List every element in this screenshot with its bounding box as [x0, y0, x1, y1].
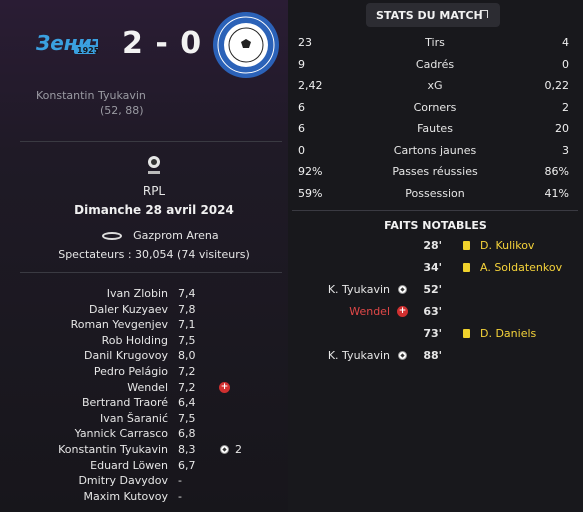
- lineup-player-rating: -: [178, 489, 182, 503]
- stadium-name: Gazprom Arena: [133, 229, 219, 242]
- injury-icon: +: [219, 381, 230, 393]
- event-minute: 34': [423, 261, 442, 274]
- lineup-player-name[interactable]: Ivan Zlobin: [107, 287, 168, 300]
- event-minute: 63': [423, 305, 442, 318]
- home-team-logo[interactable]: Зенит 1925: [34, 28, 105, 60]
- match-stats-panel: [288, 0, 583, 512]
- match-date: Dimanche 28 avril 2024: [74, 203, 234, 217]
- stadium-icon: [102, 231, 122, 240]
- competition-logo-icon[interactable]: [146, 154, 162, 176]
- stat-home-value: 9: [298, 57, 305, 71]
- stat-away-value: 3: [562, 143, 569, 157]
- goal-count: 2: [235, 443, 242, 456]
- lineup-player-rating: 7,5: [178, 333, 196, 347]
- goal-icon: [398, 285, 407, 294]
- stat-label: Passes réussies: [392, 165, 478, 178]
- event-minute: 28': [423, 239, 442, 252]
- stat-home-value: 23: [298, 36, 312, 49]
- stats-header-button[interactable]: STATS DU MATCH: [366, 3, 500, 27]
- yellow-card-icon: [463, 263, 470, 272]
- stats-header-label: STATS DU MATCH: [376, 9, 483, 22]
- lineup-player-rating: 7,1: [178, 318, 196, 332]
- yellow-card-icon: [463, 241, 470, 250]
- goal-icon: [398, 351, 407, 360]
- stat-home-value: 0: [298, 143, 305, 157]
- lineup-player-name[interactable]: Ivan Šaranić: [100, 412, 168, 425]
- event-minute: 73': [423, 327, 442, 340]
- divider: [20, 141, 282, 142]
- stat-label: Possession: [405, 186, 465, 200]
- svg-text:1925: 1925: [77, 46, 98, 55]
- lineup-player-rating: 8,3: [178, 443, 196, 456]
- stat-label: Corners: [413, 100, 457, 114]
- stat-label: Fautes: [417, 122, 453, 135]
- yellow-card-icon: [463, 329, 470, 338]
- stat-away-value: 86%: [544, 165, 569, 178]
- expand-icon: [480, 10, 488, 18]
- competition-name[interactable]: RPL: [20, 184, 288, 198]
- stat-label: Cartons jaunes: [393, 143, 477, 157]
- event-minute: 52': [423, 283, 442, 296]
- stat-away-value: 4: [562, 36, 569, 49]
- lineup-player-name[interactable]: Konstantin Tyukavin: [58, 443, 168, 456]
- events-header: FAITS NOTABLES: [384, 219, 487, 232]
- lineup-player-name[interactable]: Dmitry Davydov: [78, 474, 168, 487]
- event-player[interactable]: K. Tyukavin: [328, 283, 390, 296]
- event-player[interactable]: K. Tyukavin: [328, 349, 390, 362]
- goal-icon: [220, 445, 229, 454]
- home-scorer-minutes: (52, 88): [100, 104, 144, 117]
- lineup-player-rating: 6,4: [178, 396, 196, 410]
- event-player[interactable]: D. Kulikov: [480, 239, 534, 252]
- lineup-player-rating: 8,0: [178, 349, 196, 363]
- stadium-row[interactable]: Gazprom Arena: [102, 225, 219, 242]
- lineup-player-name[interactable]: Rob Holding: [102, 334, 168, 347]
- lineup-player-rating: 6,8: [178, 427, 196, 441]
- stat-label: xG: [427, 79, 443, 92]
- lineup-player-name[interactable]: Daler Kuzyaev: [89, 303, 168, 316]
- lineup-player-name[interactable]: Danil Krugovoy: [84, 349, 168, 362]
- lineup-player-rating: -: [178, 474, 182, 488]
- stat-away-value: 0,22: [544, 79, 570, 92]
- event-player[interactable]: A. Soldatenkov: [480, 261, 562, 274]
- stat-away-value: 20: [555, 122, 569, 135]
- event-minute: 88': [423, 349, 442, 362]
- match-score: 2 - 0: [122, 26, 203, 61]
- event-player[interactable]: Wendel: [349, 305, 390, 318]
- stat-label: Tirs: [425, 36, 445, 49]
- stat-label: Cadrés: [415, 57, 455, 71]
- lineup-player-name[interactable]: Maxim Kutovoy: [84, 490, 168, 503]
- divider: [292, 210, 578, 211]
- lineup-player-name[interactable]: Eduard Löwen: [90, 459, 168, 472]
- stat-home-value: 92%: [298, 165, 323, 178]
- stat-away-value: 2: [562, 100, 569, 114]
- lineup-player-name[interactable]: Roman Yevgenjev: [71, 318, 168, 331]
- lineup-player-rating: 7,4: [178, 287, 196, 300]
- lineup-player-rating: 7,5: [178, 411, 196, 425]
- stat-home-value: 6: [298, 122, 305, 135]
- stat-home-value: 2,42: [298, 79, 323, 92]
- lineup-player-rating: 6,7: [178, 458, 196, 472]
- stat-away-value: 0: [562, 57, 569, 71]
- away-team-logo[interactable]: [212, 11, 280, 79]
- lineup-player-rating: 7,2: [178, 365, 196, 378]
- lineup-player-name[interactable]: Yannick Carrasco: [75, 427, 168, 440]
- spectators: Spectateurs : 30,054 (74 visiteurs): [58, 248, 250, 261]
- event-player[interactable]: D. Daniels: [480, 327, 536, 340]
- lineup-player-name[interactable]: Bertrand Traoré: [82, 396, 168, 409]
- lineup-player-name[interactable]: Pedro Pelágio: [94, 365, 168, 378]
- stat-home-value: 6: [298, 100, 305, 114]
- lineup-player-name[interactable]: Wendel: [127, 381, 168, 394]
- stat-home-value: 59%: [298, 186, 323, 200]
- lineup-player-rating: 7,8: [178, 302, 196, 316]
- divider: [20, 272, 282, 273]
- home-scorer-name: Konstantin Tyukavin: [36, 89, 146, 102]
- stat-away-value: 41%: [544, 186, 569, 200]
- lineup-player-rating: 7,2: [178, 380, 196, 394]
- injury-icon: +: [397, 306, 408, 317]
